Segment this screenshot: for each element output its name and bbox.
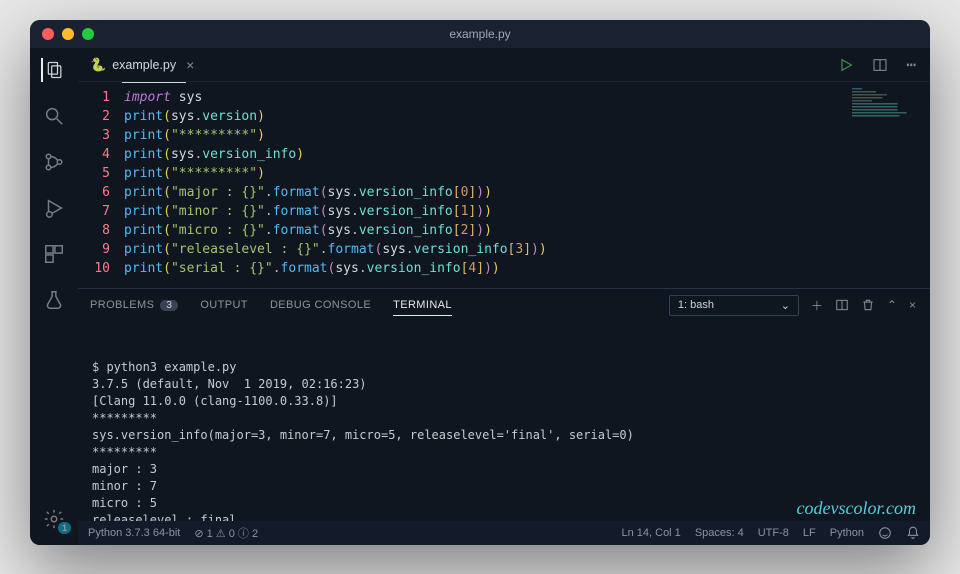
- terminal-line: 3.7.5 (default, Nov 1 2019, 02:16:23): [92, 376, 930, 393]
- more-actions-icon[interactable]: ⋯: [906, 55, 916, 74]
- editor-window: example.py 1: [30, 20, 930, 545]
- code-line[interactable]: print("*********"): [124, 164, 930, 183]
- status-indentation[interactable]: Spaces: 4: [695, 527, 744, 539]
- settings-badge: 1: [58, 522, 71, 534]
- line-number: 8: [78, 221, 110, 240]
- panel-tab-problems[interactable]: PROBLEMS 3: [90, 299, 178, 311]
- line-number: 5: [78, 164, 110, 183]
- line-number: 6: [78, 183, 110, 202]
- line-number: 2: [78, 107, 110, 126]
- minimap[interactable]: [852, 88, 922, 158]
- code-line[interactable]: import sys: [124, 88, 930, 107]
- line-number: 1: [78, 88, 110, 107]
- line-number: 10: [78, 259, 110, 278]
- window-title: example.py: [30, 27, 930, 41]
- code-line[interactable]: print("releaselevel : {}".format(sys.ver…: [124, 240, 930, 259]
- line-number: 3: [78, 126, 110, 145]
- code-line[interactable]: print(sys.version_info): [124, 145, 930, 164]
- explorer-icon[interactable]: [41, 58, 65, 82]
- bottom-panel: PROBLEMS 3 OUTPUT DEBUG CONSOLE TERMINAL…: [78, 288, 930, 521]
- terminal-line: $ python3 example.py: [92, 359, 930, 376]
- line-number: 9: [78, 240, 110, 259]
- status-bar: Python 3.7.3 64-bit ⊘ 1 ⚠ 0 ⓘ 2 Ln 14, C…: [78, 521, 930, 545]
- run-debug-icon[interactable]: [42, 196, 66, 220]
- terminal-line: minor : 7: [92, 478, 930, 495]
- editor-tab-bar: 🐍 example.py × ⋯: [78, 48, 930, 82]
- run-button[interactable]: [838, 57, 854, 73]
- status-cursor-position[interactable]: Ln 14, Col 1: [621, 527, 680, 539]
- status-eol[interactable]: LF: [803, 527, 816, 539]
- panel-tab-terminal[interactable]: TERMINAL: [393, 299, 452, 316]
- code-line[interactable]: print("major : {}".format(sys.version_in…: [124, 183, 930, 202]
- status-notifications-icon[interactable]: [906, 526, 920, 540]
- code-line[interactable]: print(sys.version): [124, 107, 930, 126]
- chevron-down-icon: ⌄: [781, 299, 790, 312]
- split-terminal-icon[interactable]: [835, 298, 849, 312]
- tab-label: example.py: [112, 58, 176, 72]
- activity-bar: 1: [30, 48, 78, 545]
- status-encoding[interactable]: UTF-8: [758, 527, 789, 539]
- code-line[interactable]: print("serial : {}".format(sys.version_i…: [124, 259, 930, 278]
- terminal-line: *********: [92, 410, 930, 427]
- split-editor-icon[interactable]: [872, 57, 888, 73]
- code-content[interactable]: import sysprint(sys.version)print("*****…: [124, 88, 930, 278]
- search-icon[interactable]: [42, 104, 66, 128]
- status-python-env[interactable]: Python 3.7.3 64-bit: [88, 527, 180, 539]
- close-panel-icon[interactable]: ×: [909, 298, 916, 312]
- testing-icon[interactable]: [42, 288, 66, 312]
- code-editor[interactable]: 12345678910 import sysprint(sys.version)…: [78, 82, 930, 288]
- line-number: 7: [78, 202, 110, 221]
- extensions-icon[interactable]: [42, 242, 66, 266]
- kill-terminal-icon[interactable]: [861, 298, 875, 312]
- close-tab-icon[interactable]: ×: [186, 57, 194, 73]
- code-line[interactable]: print("micro : {}".format(sys.version_in…: [124, 221, 930, 240]
- editor-tab-example[interactable]: 🐍 example.py ×: [78, 48, 206, 81]
- panel-tab-output[interactable]: OUTPUT: [200, 299, 248, 311]
- terminal-selector[interactable]: 1: bash ⌄: [669, 295, 799, 316]
- code-line[interactable]: print("minor : {}".format(sys.version_in…: [124, 202, 930, 221]
- status-language[interactable]: Python: [830, 527, 864, 539]
- terminal-line: major : 3: [92, 461, 930, 478]
- terminal-line: [Clang 11.0.0 (clang-1100.0.33.8)]: [92, 393, 930, 410]
- terminal-output[interactable]: $ python3 example.py3.7.5 (default, Nov …: [78, 321, 930, 521]
- python-file-icon: 🐍: [90, 57, 106, 73]
- new-terminal-icon[interactable]: ＋: [811, 297, 823, 314]
- terminal-line: *********: [92, 444, 930, 461]
- titlebar[interactable]: example.py: [30, 20, 930, 48]
- terminal-line: sys.version_info(major=3, minor=7, micro…: [92, 427, 930, 444]
- panel-tab-bar: PROBLEMS 3 OUTPUT DEBUG CONSOLE TERMINAL…: [78, 289, 930, 321]
- code-line[interactable]: print("*********"): [124, 126, 930, 145]
- line-number: 4: [78, 145, 110, 164]
- watermark-text: codevscolor.com: [797, 500, 916, 517]
- panel-tab-debug-console[interactable]: DEBUG CONSOLE: [270, 299, 371, 311]
- status-feedback-icon[interactable]: [878, 526, 892, 540]
- maximize-panel-icon[interactable]: ⌃: [887, 298, 897, 312]
- status-problems[interactable]: ⊘ 1 ⚠ 0 ⓘ 2: [194, 525, 258, 541]
- source-control-icon[interactable]: [42, 150, 66, 174]
- line-number-gutter: 12345678910: [78, 88, 124, 278]
- settings-gear-icon[interactable]: 1: [42, 507, 66, 531]
- problems-count: 3: [160, 300, 178, 311]
